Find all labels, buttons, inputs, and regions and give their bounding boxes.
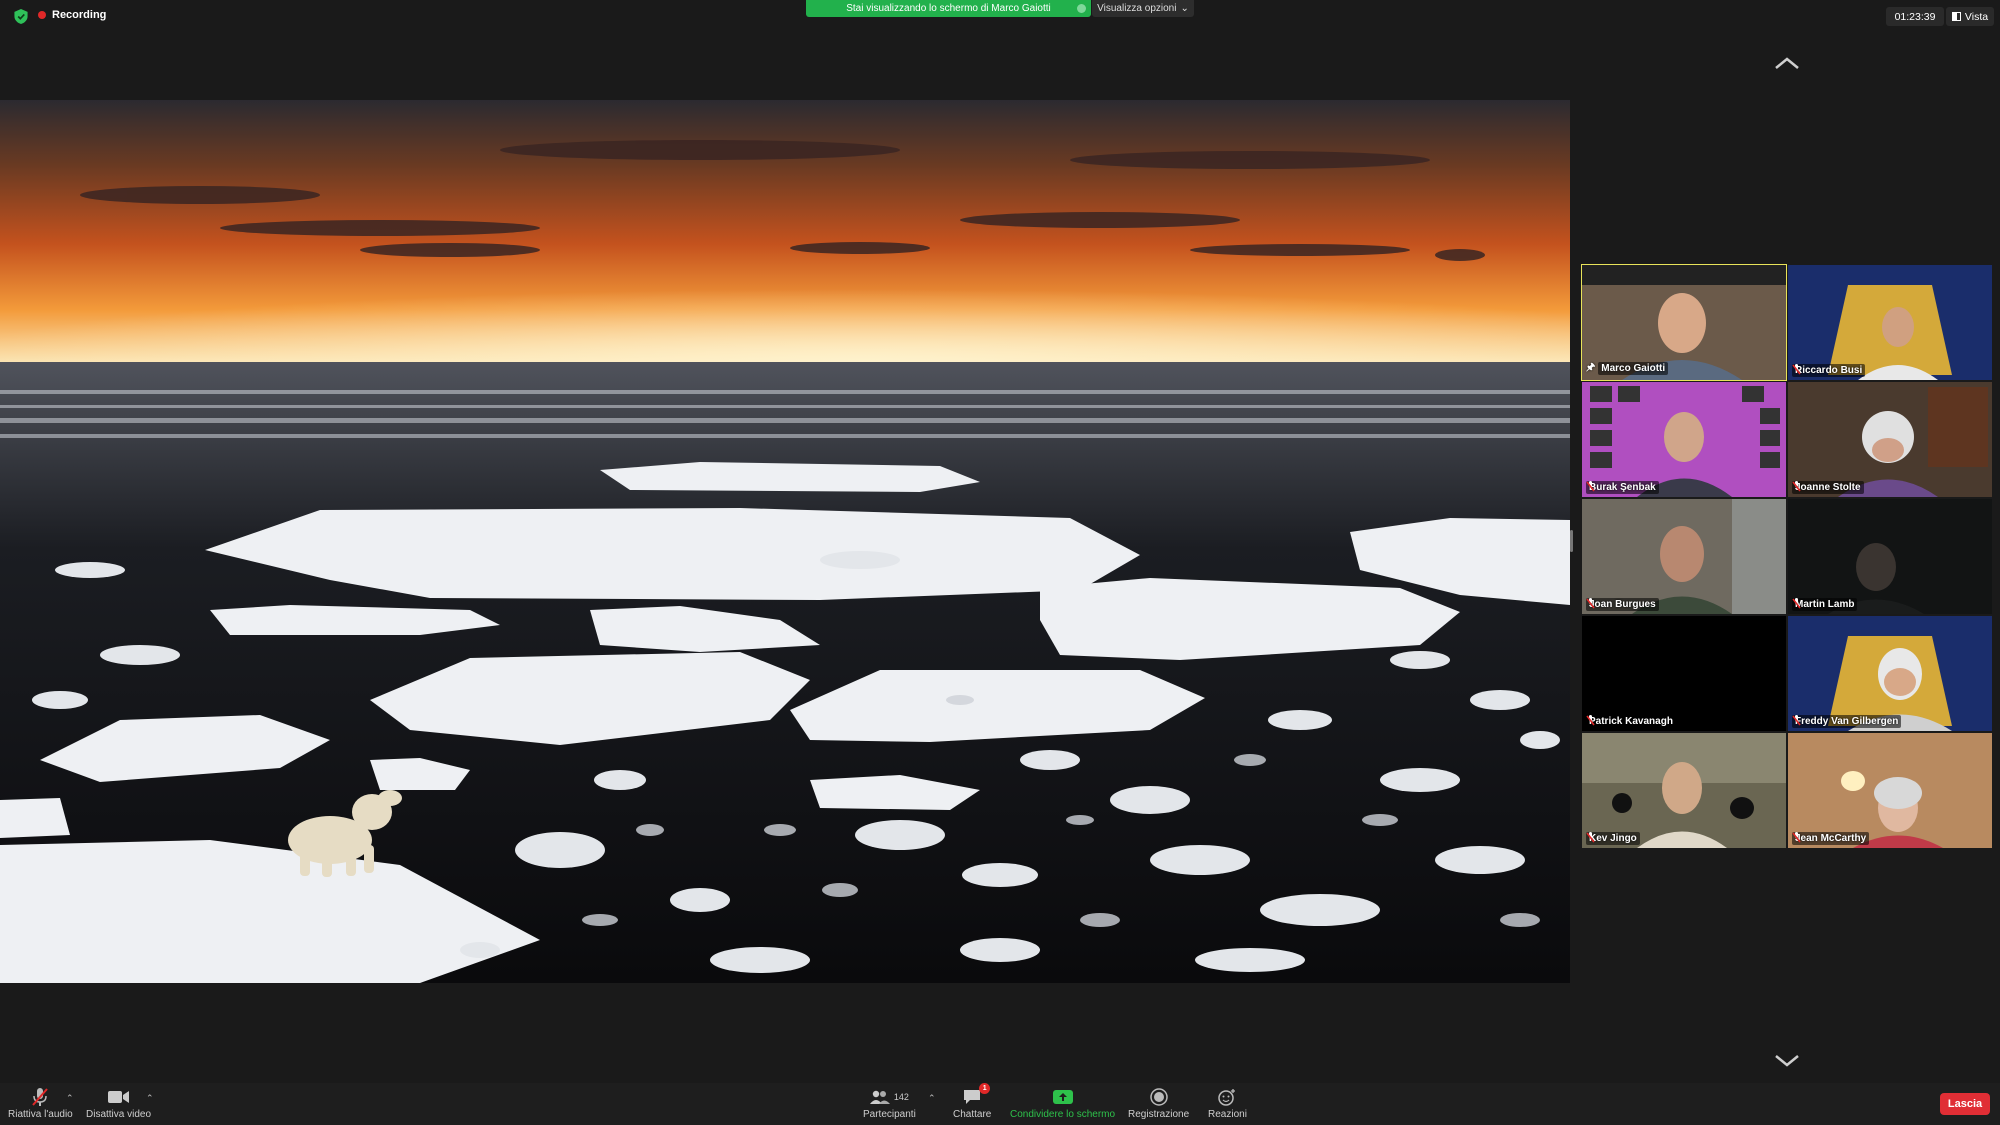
meeting-toolbar: Riattiva l'audio ⌃ Disattiva video ⌃ 142… [0, 1083, 2000, 1125]
mic-muted-icon [1792, 715, 1801, 726]
participant-tile[interactable]: Kev Jingo [1582, 733, 1786, 848]
mic-muted-icon [1792, 598, 1801, 609]
unmute-audio-button[interactable]: Riattiva l'audio [8, 1086, 73, 1120]
banner-dot-icon [1077, 4, 1086, 13]
audio-options-chevron-icon[interactable]: ⌃ [66, 1093, 74, 1104]
stop-video-button[interactable]: Disattiva video [86, 1086, 151, 1120]
mic-muted-icon [1586, 598, 1595, 609]
participant-tile[interactable]: Burak Şenbak [1582, 382, 1786, 497]
mic-off-icon [32, 1088, 49, 1106]
participant-name: Burak Şenbak [1586, 481, 1659, 494]
leave-meeting-button[interactable]: Lascia [1940, 1093, 1990, 1115]
participant-name: Patrick Kavanagh [1586, 715, 1676, 728]
participant-name: Riccardo Busi [1792, 364, 1866, 377]
pin-icon: 🖈 [1586, 362, 1596, 373]
participant-name: Jean McCarthy [1792, 832, 1870, 845]
participant-tile[interactable]: Joanne Stolte [1788, 382, 1992, 497]
participants-options-chevron-icon[interactable]: ⌃ [928, 1093, 936, 1104]
meeting-timer: 01:23:39 [1886, 7, 1944, 26]
participant-video [1788, 733, 1992, 848]
mic-muted-icon [1586, 715, 1595, 726]
participant-tile[interactable]: 🖈 Marco Gaiotti [1581, 264, 1787, 381]
record-button[interactable]: Registrazione [1128, 1086, 1189, 1120]
share-screen-button[interactable]: Condividere lo schermo [1010, 1086, 1115, 1120]
participant-video [1582, 382, 1786, 497]
share-banner-text: Stai visualizzando lo schermo di Marco G… [846, 3, 1051, 14]
top-bar: Recording Stai visualizzando lo schermo … [0, 0, 2000, 32]
mic-muted-icon [1792, 364, 1801, 375]
mic-muted-icon [1586, 481, 1595, 492]
recording-indicator[interactable]: Recording [38, 9, 106, 21]
video-camera-icon [107, 1091, 129, 1103]
view-options-button[interactable]: Visualizza opzioni ⌄ [1092, 0, 1194, 17]
participant-video [1788, 616, 1992, 731]
recording-dot-icon [38, 11, 46, 19]
participants-button[interactable]: 142 Partecipanti [863, 1086, 916, 1120]
shared-screen [0, 100, 1570, 983]
share-label: Condividere lo schermo [1010, 1109, 1116, 1120]
participant-video [1582, 499, 1786, 614]
participant-video [1788, 265, 1992, 380]
participant-tile[interactable]: Patrick Kavanagh [1582, 616, 1786, 731]
mic-muted-icon [1792, 832, 1801, 843]
participant-tile[interactable]: Jean McCarthy [1788, 733, 1992, 848]
chevron-down-icon: ⌄ [1180, 3, 1189, 14]
record-icon [1149, 1088, 1168, 1106]
record-label: Registrazione [1128, 1109, 1190, 1120]
chevron-down-icon[interactable] [1773, 1052, 1801, 1070]
participants-icon [869, 1090, 890, 1104]
participants-count: 142 [893, 1092, 909, 1102]
security-shield-icon[interactable] [14, 9, 28, 24]
participant-name: Joanne Stolte [1792, 481, 1864, 494]
shared-image-polar-bear-on-ice [0, 100, 1570, 983]
audio-label: Riattiva l'audio [8, 1109, 73, 1120]
chevron-up-icon[interactable] [1773, 54, 1801, 72]
participant-tile[interactable]: Freddy Van Gilbergen [1788, 616, 1992, 731]
recording-label: Recording [52, 9, 107, 21]
chat-button[interactable]: 1 Chattare [953, 1083, 992, 1120]
share-screen-icon [1052, 1090, 1073, 1104]
participant-tile[interactable]: Martin Lamb [1788, 499, 1992, 614]
view-label: Vista [1964, 10, 1989, 23]
participant-tile[interactable]: Riccardo Busi [1788, 265, 1992, 380]
mic-muted-icon [1586, 832, 1595, 843]
participants-label: Partecipanti [863, 1109, 916, 1120]
participant-video [1788, 499, 1992, 614]
participant-name: Marco Gaiotti [1598, 362, 1669, 375]
chat-label: Chattare [953, 1109, 992, 1120]
view-layout-icon [1951, 12, 1961, 21]
view-button[interactable]: Vista [1946, 7, 1994, 26]
participant-video [1788, 382, 1992, 497]
view-options-label: Visualizza opzioni [1097, 3, 1177, 14]
smiley-plus-icon [1218, 1089, 1236, 1106]
participant-name: Martin Lamb [1792, 598, 1858, 611]
participant-gallery: 🖈 Marco Gaiotti Riccardo Busi Burak Şenb… [1581, 264, 1992, 850]
reactions-label: Reazioni [1208, 1109, 1247, 1120]
mic-muted-icon [1792, 481, 1801, 492]
participant-name: Joan Burgues [1586, 598, 1659, 611]
participant-video [1582, 733, 1786, 848]
video-options-chevron-icon[interactable]: ⌃ [146, 1093, 154, 1104]
resize-handle[interactable] [1570, 530, 1573, 552]
reactions-button[interactable]: Reazioni [1208, 1086, 1247, 1120]
video-label: Disattiva video [86, 1109, 152, 1120]
participant-tile[interactable]: Joan Burgues [1582, 499, 1786, 614]
participant-video [1582, 616, 1786, 731]
participant-name: Freddy Van Gilbergen [1792, 715, 1902, 728]
screen-share-banner: Stai visualizzando lo schermo di Marco G… [806, 0, 1091, 17]
chat-unread-badge: 1 [979, 1083, 991, 1094]
